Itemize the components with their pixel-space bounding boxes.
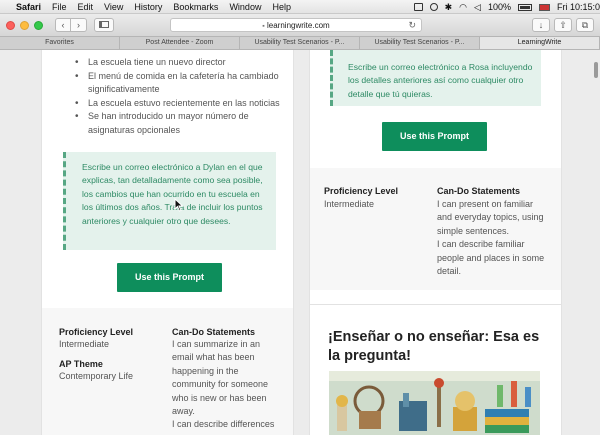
cando-label-left: Can-Do Statements — [172, 327, 256, 337]
proficiency-value-right: Intermediate — [324, 199, 375, 209]
tab-learningwrite[interactable]: LearningWrite — [480, 37, 600, 49]
toolbar-right: ↓ ⇧ ⧉ — [532, 18, 594, 32]
list-item: El menú de comida en la cafetería ha cam… — [72, 70, 282, 97]
list-item: La escuela estuvo recientemente en las n… — [72, 97, 282, 111]
list-item: Se han introducido un mayor número de as… — [72, 110, 282, 137]
use-prompt-button-right[interactable]: Use this Prompt — [382, 122, 487, 151]
menu-window[interactable]: Window — [229, 2, 261, 12]
clock[interactable]: Fri 10:15:0 — [557, 2, 600, 12]
status-tray: ✱ ◠ ◁ 100% Fri 10:15:0 — [413, 0, 600, 14]
tab-bar: Favorites Post Attendee - Zoom Usability… — [0, 36, 600, 50]
reload-icon[interactable]: ↻ — [408, 19, 416, 32]
proficiency-label-left: Proficiency Level — [59, 327, 134, 337]
scrollbar[interactable] — [592, 50, 600, 435]
menubar: Safari File Edit View History Bookmarks … — [0, 0, 600, 14]
tab-usability-2[interactable]: Usability Test Scenarios - P... — [360, 37, 480, 49]
tab-favorites[interactable]: Favorites — [0, 37, 120, 49]
downloads-button[interactable]: ↓ — [532, 18, 550, 32]
cando-value-left: I can summarize in an email what has bee… — [172, 339, 275, 430]
use-prompt-button-left[interactable]: Use this Prompt — [117, 263, 222, 292]
minimize-window-button[interactable] — [20, 20, 29, 30]
menu-bookmarks[interactable]: Bookmarks — [173, 2, 218, 12]
ap-theme-label: AP Theme — [59, 359, 103, 369]
tabs-overview-button[interactable]: ⧉ — [576, 18, 594, 32]
window-controls — [6, 20, 43, 30]
share-icon: ⇧ — [559, 20, 567, 30]
prompt-points-list: La escuela tiene un nuevo director El me… — [72, 56, 282, 137]
cando-label-right: Can-Do Statements — [437, 186, 521, 196]
mouse-cursor-icon — [174, 198, 184, 212]
prompt-text-left: Escribe un correo electrónico a Dylan en… — [63, 152, 276, 250]
sidebar-toggle-button[interactable] — [94, 18, 114, 32]
share-button[interactable]: ⇧ — [554, 18, 572, 32]
browser-toolbar: ‹ › ▪ learningwrite.com ↻ ↓ ⇧ ⧉ — [0, 14, 600, 36]
flag-icon[interactable] — [538, 3, 550, 11]
science-illustration — [329, 371, 540, 435]
battery-percent[interactable]: 100% — [488, 2, 511, 12]
scrollbar-thumb[interactable] — [594, 62, 598, 78]
prompt-text-right: Escribe un correo electrónico a Rosa inc… — [330, 50, 541, 106]
cando-value-right: I can present on familiar and everyday t… — [437, 199, 545, 277]
battery-icon[interactable] — [517, 3, 532, 11]
zoom-window-button[interactable] — [34, 20, 43, 30]
wifi-icon[interactable]: ◠ — [459, 2, 467, 13]
article-heading[interactable]: ¡Enseñar o no enseñar: Esa es la pregunt… — [328, 328, 550, 366]
address-bar[interactable]: ▪ learningwrite.com ↻ — [170, 18, 422, 32]
address-url: learningwrite.com — [267, 21, 330, 30]
tab-usability-1[interactable]: Usability Test Scenarios - P... — [240, 37, 360, 49]
ap-theme-value: Contemporary Life — [59, 371, 134, 381]
menu-history[interactable]: History — [134, 2, 162, 12]
display-icon[interactable] — [413, 3, 423, 11]
back-button[interactable]: ‹ — [55, 18, 71, 32]
proficiency-value-left: Intermediate — [59, 339, 110, 349]
menu-app-name[interactable]: Safari — [16, 2, 41, 12]
download-icon: ↓ — [538, 20, 544, 30]
tab-zoom[interactable]: Post Attendee - Zoom — [120, 37, 240, 49]
bluetooth-icon[interactable]: ✱ — [445, 2, 453, 13]
forward-button[interactable]: › — [71, 18, 87, 32]
nav-buttons: ‹ › — [55, 18, 87, 32]
lock-icon: ▪ — [262, 23, 265, 30]
tabs-icon: ⧉ — [581, 20, 589, 30]
sidebar-icon — [99, 21, 109, 28]
proficiency-label-right: Proficiency Level — [324, 186, 399, 196]
close-window-button[interactable] — [6, 20, 15, 30]
clock-icon[interactable] — [429, 3, 438, 11]
menu-view[interactable]: View — [104, 2, 123, 12]
article-illustration — [329, 371, 540, 435]
volume-icon[interactable]: ◁ — [474, 2, 481, 13]
list-item: La escuela tiene un nuevo director — [72, 56, 282, 70]
page-viewport: La escuela tiene un nuevo director El me… — [0, 50, 600, 435]
menu-edit[interactable]: Edit — [78, 2, 94, 12]
menu-file[interactable]: File — [52, 2, 67, 12]
menu-help[interactable]: Help — [272, 2, 291, 12]
